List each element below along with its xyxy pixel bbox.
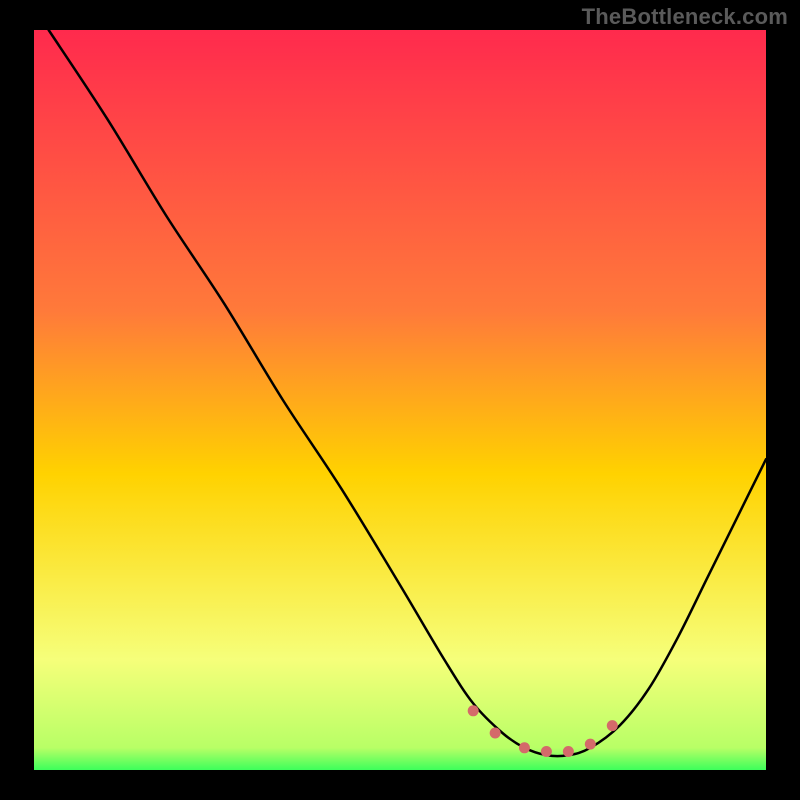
bottleneck-chart	[0, 0, 800, 800]
marker-dot	[519, 742, 530, 753]
marker-dot	[585, 739, 596, 750]
watermark-text: TheBottleneck.com	[582, 4, 788, 30]
marker-dot	[468, 705, 479, 716]
chart-frame: { "watermark": "TheBottleneck.com", "col…	[0, 0, 800, 800]
marker-dot	[541, 746, 552, 757]
marker-dot	[607, 720, 618, 731]
plot-background	[34, 30, 766, 770]
marker-dot	[490, 728, 501, 739]
marker-dot	[563, 746, 574, 757]
